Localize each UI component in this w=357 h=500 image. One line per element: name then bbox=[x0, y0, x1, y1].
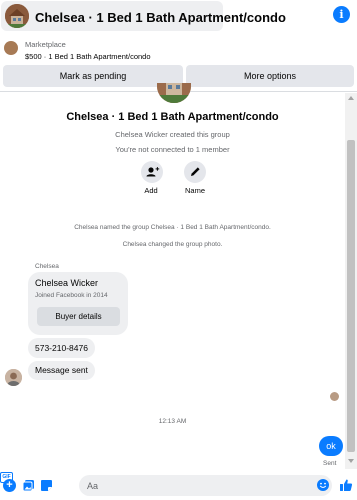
scroll-down-arrow[interactable] bbox=[348, 459, 354, 463]
contact-subtitle: Joined Facebook in 2014 bbox=[35, 292, 108, 299]
group-creator-text: Chelsea Wicker created this group bbox=[115, 130, 230, 139]
sender-name: Chelsea bbox=[35, 263, 59, 270]
listing-detail: $500 · 1 Bed 1 Bath Apartment/condo bbox=[25, 52, 151, 61]
message-input[interactable] bbox=[79, 475, 332, 496]
listing-label: Marketplace bbox=[25, 40, 66, 49]
system-message: Chelsea named the group Chelsea · 1 Bed … bbox=[74, 224, 271, 231]
message-bubble[interactable]: Message sent bbox=[28, 361, 95, 380]
group-members-text: You're not connected to 1 member bbox=[115, 145, 230, 154]
mark-as-pending-button[interactable]: Mark as pending bbox=[3, 65, 183, 87]
outgoing-message-bubble[interactable]: ok bbox=[319, 436, 343, 456]
message-bubble[interactable]: 573-210-8476 bbox=[28, 338, 95, 358]
conversation-title-button[interactable]: Chelsea · 1 Bed 1 Bath Apartment/condo bbox=[1, 1, 286, 31]
marketplace-listing[interactable]: Marketplace $500 · 1 Bed 1 Bath Apartmen… bbox=[0, 34, 357, 64]
sticker-icon[interactable] bbox=[40, 479, 53, 492]
scrollbar-thumb[interactable] bbox=[347, 140, 355, 452]
group-avatar bbox=[5, 4, 29, 28]
contact-name: Chelsea Wicker bbox=[35, 278, 99, 288]
system-message: Chelsea changed the group photo. bbox=[122, 241, 223, 248]
thumbs-up-icon[interactable] bbox=[339, 478, 353, 492]
emoji-icon[interactable] bbox=[317, 479, 329, 491]
info-icon[interactable]: i bbox=[333, 6, 350, 23]
photo-icon[interactable] bbox=[22, 479, 35, 492]
add-person-icon bbox=[146, 167, 160, 177]
buyer-details-button[interactable]: Buyer details bbox=[37, 307, 120, 326]
group-title: Chelsea · 1 Bed 1 Bath Apartment/condo bbox=[66, 111, 279, 123]
read-receipt-avatar bbox=[330, 392, 339, 401]
conversation-header: Chelsea · 1 Bed 1 Bath Apartment/condo i bbox=[0, 0, 357, 33]
rename-group-button[interactable] bbox=[184, 161, 206, 183]
scroll-up-arrow[interactable] bbox=[348, 96, 354, 100]
group-photo bbox=[157, 83, 191, 103]
contact-card: Chelsea Wicker Joined Facebook in 2014 B… bbox=[28, 272, 128, 335]
pencil-icon bbox=[191, 167, 200, 176]
sender-avatar[interactable] bbox=[5, 369, 22, 386]
scrollbar[interactable] bbox=[345, 93, 357, 469]
more-options-button[interactable]: More options bbox=[186, 65, 354, 87]
plus-icon[interactable]: + bbox=[3, 479, 16, 492]
listing-thumbnail bbox=[4, 41, 18, 55]
name-label: Name bbox=[184, 186, 205, 195]
conversation-title: Chelsea · 1 Bed 1 Bath Apartment/condo bbox=[35, 10, 286, 25]
add-label: Add bbox=[144, 186, 158, 195]
add-member-button[interactable] bbox=[141, 161, 163, 183]
message-composer: + GIF bbox=[0, 472, 357, 500]
message-status: Sent bbox=[323, 460, 337, 467]
message-timestamp: 12:13 AM bbox=[158, 418, 187, 425]
